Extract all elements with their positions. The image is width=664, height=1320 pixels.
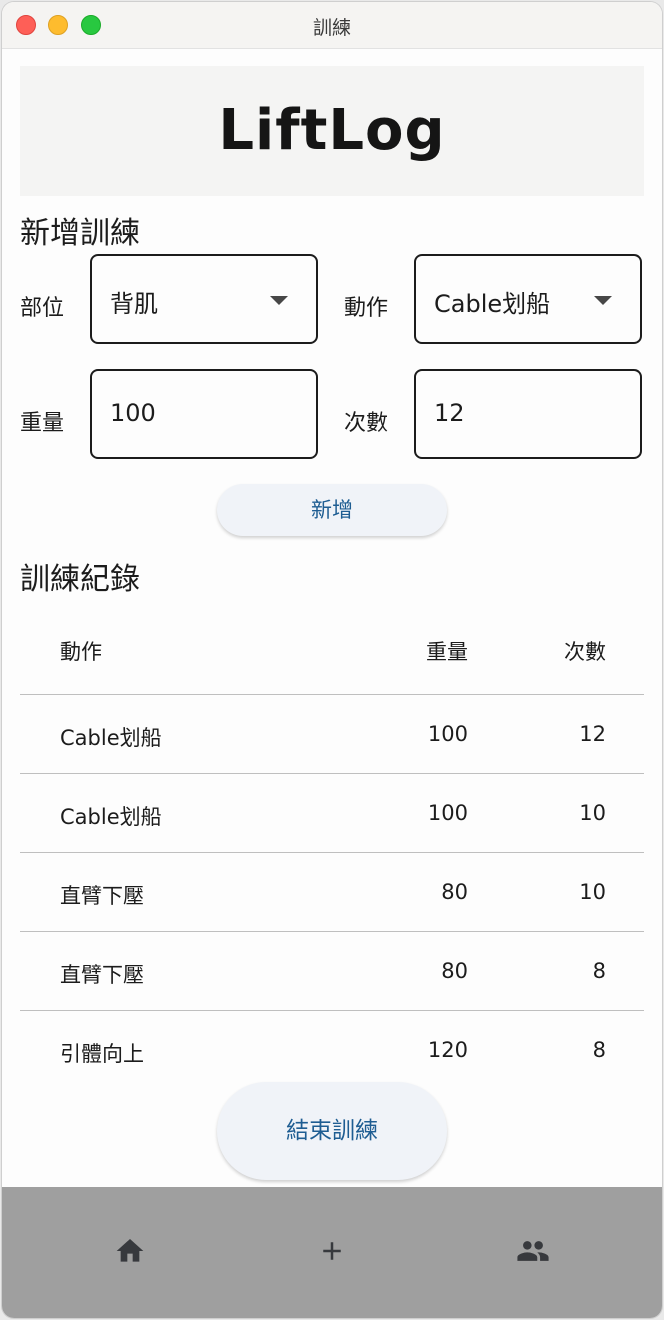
row-exercise: 直臂下壓 <box>60 884 144 908</box>
row-exercise: 引體向上 <box>60 1042 144 1066</box>
reps-label: 次數 <box>344 411 389 436</box>
reps-input[interactable]: 12 <box>414 369 642 459</box>
row-reps: 8 <box>592 959 606 983</box>
exercise-label: 動作 <box>344 296 389 321</box>
header-reps: 次數 <box>564 640 606 664</box>
title-bar: 訓練 <box>2 2 662 49</box>
table-row: Cable划船 100 12 <box>20 695 644 774</box>
home-icon <box>116 1239 144 1262</box>
end-workout-button[interactable]: 結束訓練 <box>217 1082 447 1180</box>
row-weight: 100 <box>427 722 468 746</box>
table-header: 動作 重量 次數 <box>20 610 644 695</box>
people-icon <box>517 1241 549 1261</box>
row-weight: 100 <box>427 801 468 825</box>
table-row: 引體向上 120 8 <box>20 1011 644 1089</box>
row-reps: 10 <box>579 880 606 904</box>
workout-log-heading: 訓練紀錄 <box>20 562 140 597</box>
row-exercise: Cable划船 <box>60 726 162 750</box>
app-title: LiftLog <box>218 98 446 163</box>
weight-input[interactable]: 100 <box>90 369 318 459</box>
weight-input-value: 100 <box>110 399 156 427</box>
row-reps: 12 <box>579 722 606 746</box>
dropdown-arrow-icon <box>594 296 612 305</box>
add-button[interactable]: 新增 <box>217 484 447 536</box>
row-exercise: Cable划船 <box>60 805 162 829</box>
nav-add[interactable] <box>312 1231 352 1271</box>
row-weight: 120 <box>427 1038 468 1062</box>
part-dropdown[interactable]: 背肌 <box>90 254 318 344</box>
workout-log-table: 動作 重量 次數 Cable划船 100 12 Cable划船 100 10 直… <box>20 610 644 1089</box>
nav-home[interactable] <box>110 1231 150 1271</box>
reps-input-value: 12 <box>434 399 465 427</box>
row-reps: 10 <box>579 801 606 825</box>
add-icon <box>323 1242 341 1260</box>
exercise-dropdown[interactable]: Cable划船 <box>414 254 642 344</box>
add-workout-heading: 新增訓練 <box>20 216 140 251</box>
app-banner: LiftLog <box>20 66 644 196</box>
header-exercise: 動作 <box>60 640 102 664</box>
part-dropdown-value: 背肌 <box>110 290 158 318</box>
dropdown-arrow-icon <box>270 296 288 305</box>
row-reps: 8 <box>592 1038 606 1062</box>
exercise-dropdown-value: Cable划船 <box>434 290 551 318</box>
app-window: 訓練 LiftLog 新增訓練 部位 背肌 動作 Cable划船 重量 100 … <box>2 2 662 1318</box>
window-title: 訓練 <box>312 17 351 39</box>
row-weight: 80 <box>441 880 468 904</box>
part-label: 部位 <box>20 296 65 321</box>
row-exercise: 直臂下壓 <box>60 963 144 987</box>
table-row: 直臂下壓 80 8 <box>20 932 644 1011</box>
table-row: Cable划船 100 10 <box>20 774 644 853</box>
nav-people[interactable] <box>513 1231 553 1271</box>
header-weight: 重量 <box>426 640 468 664</box>
bottom-navigation <box>2 1187 662 1318</box>
weight-label: 重量 <box>20 411 65 436</box>
row-weight: 80 <box>441 959 468 983</box>
table-row: 直臂下壓 80 10 <box>20 853 644 932</box>
